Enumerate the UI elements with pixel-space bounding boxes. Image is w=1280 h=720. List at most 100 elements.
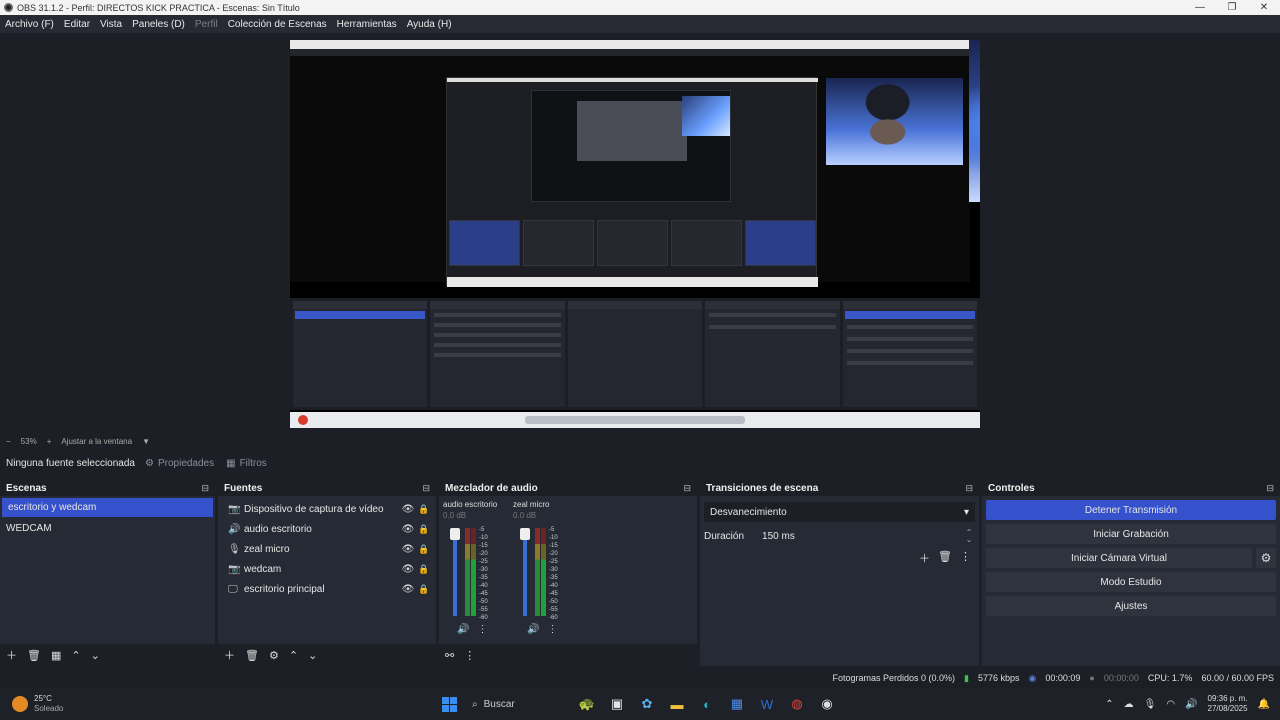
add-icon[interactable]: ＋ <box>224 647 235 663</box>
duration-input[interactable]: 150 ms <box>762 531 963 542</box>
start-button[interactable] <box>438 693 460 715</box>
eye-icon[interactable]: 👁 <box>400 584 416 595</box>
notification-icon[interactable]: 🔔 <box>1258 699 1270 710</box>
widgets-icon[interactable]: 🐢 <box>576 693 598 715</box>
meter-scale: -5 -10 -15 -20 -25 -30 -35 -40 -45 -50 -55 -60 <box>479 526 488 622</box>
menu-ayuda[interactable]: Ayuda (H) <box>402 19 457 30</box>
add-icon[interactable]: ＋ <box>6 647 17 663</box>
task-view-icon[interactable]: ▣ <box>606 693 628 715</box>
filters-label: Filtros <box>239 457 267 469</box>
word-icon[interactable]: W <box>756 693 778 715</box>
meter-tick: -25 <box>549 559 558 565</box>
more-icon[interactable]: ⋮ <box>477 624 487 635</box>
source-item[interactable]: 🎙 zeal micro 👁 🔒 <box>218 539 436 559</box>
volume-fader[interactable] <box>453 528 457 616</box>
clock[interactable]: 09:36 p. m. 27/08/2025 <box>1208 694 1248 714</box>
arrow-down-icon[interactable]: ⌄ <box>308 649 317 662</box>
eye-icon[interactable]: 👁 <box>400 504 416 515</box>
menu-perfil[interactable]: Perfil <box>190 19 223 30</box>
chevron-up-icon[interactable]: ⌃ <box>1105 699 1113 710</box>
studio-mode-button[interactable]: Modo Estudio <box>986 572 1276 592</box>
mute-icon[interactable]: 🔊 <box>457 624 469 635</box>
chevron-down-icon[interactable]: ▼ <box>142 437 150 446</box>
trash-icon[interactable]: 🗑 <box>27 649 41 662</box>
lock-icon[interactable]: 🔒 <box>416 564 432 575</box>
search-box[interactable]: ⌕ Buscar <box>468 693 568 715</box>
eye-icon[interactable]: 👁 <box>400 524 416 535</box>
fader-handle[interactable] <box>520 528 530 540</box>
network-icon[interactable]: ☁ <box>1124 699 1134 710</box>
lock-icon[interactable]: 🔒 <box>416 584 432 595</box>
scene-item[interactable]: WEDCAM <box>0 519 215 538</box>
menu-coleccion[interactable]: Colección de Escenas <box>223 19 332 30</box>
arrow-down-icon[interactable]: ⌄ <box>91 649 100 662</box>
lock-icon[interactable]: 🔒 <box>416 524 432 535</box>
more-icon[interactable]: ⋮ <box>547 624 557 635</box>
transition-select[interactable]: Desvanecimiento ▾ <box>704 502 975 522</box>
more-icon[interactable]: ⋮ <box>960 550 971 566</box>
system-tray: ⌃ ☁ 🎙 ◠ 🔊 09:36 p. m. 27/08/2025 🔔 <box>1105 694 1270 714</box>
gear-icon[interactable]: ⚙ <box>1256 548 1276 568</box>
nested-obs-menubar <box>290 49 970 56</box>
lock-icon[interactable]: 🔒 <box>416 504 432 515</box>
chrome-icon[interactable]: ◍ <box>786 693 808 715</box>
volume-icon[interactable]: 🔊 <box>1185 699 1197 710</box>
menu-archivo[interactable]: Archivo (F) <box>0 19 59 30</box>
close-button[interactable]: ✕ <box>1248 0 1280 15</box>
undock-icon[interactable]: ⊟ <box>1266 483 1274 494</box>
source-item[interactable]: 🖵 escritorio principal 👁 🔒 <box>218 579 436 599</box>
obs-icon[interactable]: ◉ <box>816 693 838 715</box>
edge-icon[interactable]: ◐ <box>696 693 718 715</box>
volume-fader[interactable] <box>523 528 527 616</box>
zoom-mode[interactable]: Ajustar a la ventana <box>61 437 132 446</box>
undock-icon[interactable]: ⊟ <box>683 483 691 494</box>
mixer-channel: zeal micro 0.0 dB -5 -10 -15 -20 -25 -30 -35 -40-… <box>513 500 569 640</box>
filter-icon[interactable]: ▦ <box>51 649 61 662</box>
fader-handle[interactable] <box>450 528 460 540</box>
eye-icon[interactable]: 👁 <box>400 544 416 555</box>
properties-button[interactable]: ⚙ Propiedades <box>145 458 214 469</box>
duration-spinner[interactable]: ⌃ ⌄ <box>963 529 975 544</box>
lock-icon[interactable]: 🔒 <box>416 544 432 555</box>
arrow-up-icon[interactable]: ⌃ <box>71 649 80 662</box>
trash-icon[interactable]: 🗑 <box>245 649 259 662</box>
scene-item[interactable]: escritorio y wedcam <box>2 498 213 517</box>
source-item[interactable]: 📷 wedcam 👁 🔒 <box>218 559 436 579</box>
maximize-button[interactable]: ❐ <box>1216 0 1248 15</box>
source-item[interactable]: 📷 Dispositivo de captura de vídeo 👁 🔒 <box>218 499 436 519</box>
microphone-icon[interactable]: 🎙 <box>1144 699 1157 710</box>
add-icon[interactable]: ＋ <box>919 550 930 566</box>
source-item[interactable]: 🔊 audio escritorio 👁 🔒 <box>218 519 436 539</box>
status-bar: Fotogramas Perdidos 0 (0.0%) ▮ 5776 kbps… <box>0 670 1280 686</box>
eye-icon[interactable]: 👁 <box>400 564 416 575</box>
gear-icon[interactable]: ⚙ <box>269 649 279 662</box>
virtual-camera-button[interactable]: Iniciar Cámara Virtual <box>986 548 1252 568</box>
more-icon[interactable]: ⋮ <box>464 649 475 662</box>
wifi-icon[interactable]: ◠ <box>1166 699 1175 710</box>
link-icon[interactable]: ⚯ <box>445 649 454 662</box>
menu-paneles[interactable]: Paneles (D) <box>127 19 190 30</box>
weather-widget[interactable]: 25°C Soleado <box>0 694 200 714</box>
filters-button[interactable]: ▦ Filtros <box>226 458 267 469</box>
stop-stream-button[interactable]: Detener Transmisión <box>986 500 1276 520</box>
menu-vista[interactable]: Vista <box>95 19 127 30</box>
arrow-up-icon[interactable]: ⌃ <box>289 649 298 662</box>
zoom-in-button[interactable]: + <box>47 437 52 446</box>
menu-herramientas[interactable]: Herramientas <box>332 19 402 30</box>
undock-icon[interactable]: ⊟ <box>201 483 209 494</box>
start-recording-button[interactable]: Iniciar Grabación <box>986 524 1276 544</box>
trash-icon[interactable]: 🗑 <box>938 550 952 566</box>
file-explorer-icon[interactable]: ▬ <box>666 693 688 715</box>
settings-button[interactable]: Ajustes <box>986 596 1276 616</box>
copilot-icon[interactable]: ✿ <box>636 693 658 715</box>
docks-row: Escenas ⊟ escritorio y wedcam WEDCAM ＋ 🗑 … <box>0 480 1280 666</box>
mute-icon[interactable]: 🔊 <box>527 624 539 635</box>
microphone-icon: 🎙 <box>228 543 241 555</box>
program-preview[interactable] <box>290 40 980 428</box>
undock-icon[interactable]: ⊟ <box>422 483 430 494</box>
zoom-out-button[interactable]: − <box>6 437 11 446</box>
undock-icon[interactable]: ⊟ <box>965 483 973 494</box>
store-icon[interactable]: ▦ <box>726 693 748 715</box>
minimize-button[interactable]: — <box>1184 0 1216 15</box>
menu-editar[interactable]: Editar <box>59 19 95 30</box>
